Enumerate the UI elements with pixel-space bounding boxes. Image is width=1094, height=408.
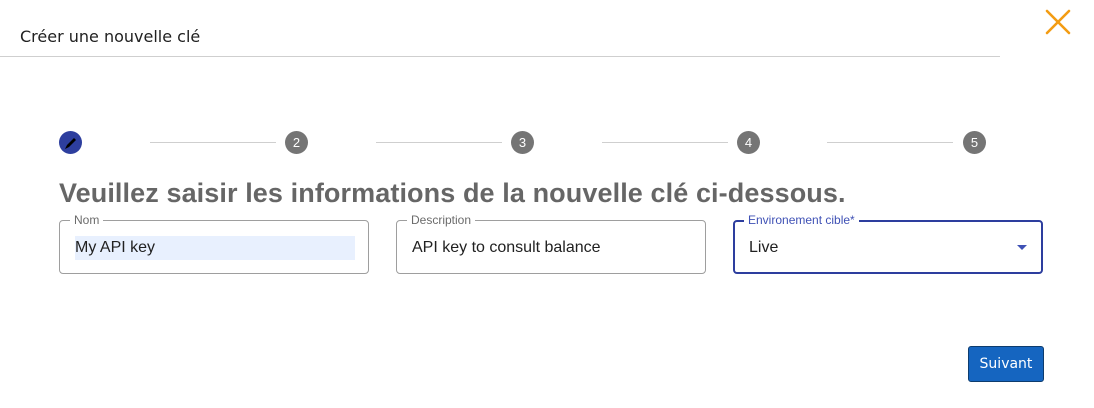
environment-select-value[interactable]: Live — [749, 236, 778, 260]
next-button[interactable]: Suivant — [968, 346, 1044, 382]
name-field[interactable]: Nom My API key — [59, 213, 369, 274]
step-connector — [827, 142, 953, 143]
step-3: 3 — [511, 131, 534, 154]
step-2: 2 — [285, 131, 308, 154]
description-field[interactable]: Description API key to consult balance — [396, 213, 706, 274]
step-4: 4 — [737, 131, 760, 154]
step-5: 5 — [963, 131, 986, 154]
step-1 — [59, 131, 82, 154]
stepper: 2 3 4 5 — [0, 0, 1094, 170]
step-connector — [602, 142, 728, 143]
description-field-label: Description — [407, 213, 476, 227]
environment-select-label: Environement cible* — [744, 213, 859, 227]
step-connector — [150, 142, 276, 143]
chevron-down-icon[interactable] — [1017, 245, 1027, 250]
edit-pencil-icon — [64, 137, 76, 149]
environment-select[interactable]: Environement cible* Live — [733, 213, 1043, 274]
name-field-value[interactable]: My API key — [75, 236, 355, 260]
description-field-value[interactable]: API key to consult balance — [412, 236, 601, 260]
form-heading: Veuillez saisir les informations de la n… — [59, 178, 846, 208]
name-field-label: Nom — [70, 213, 104, 227]
step-connector — [376, 142, 502, 143]
